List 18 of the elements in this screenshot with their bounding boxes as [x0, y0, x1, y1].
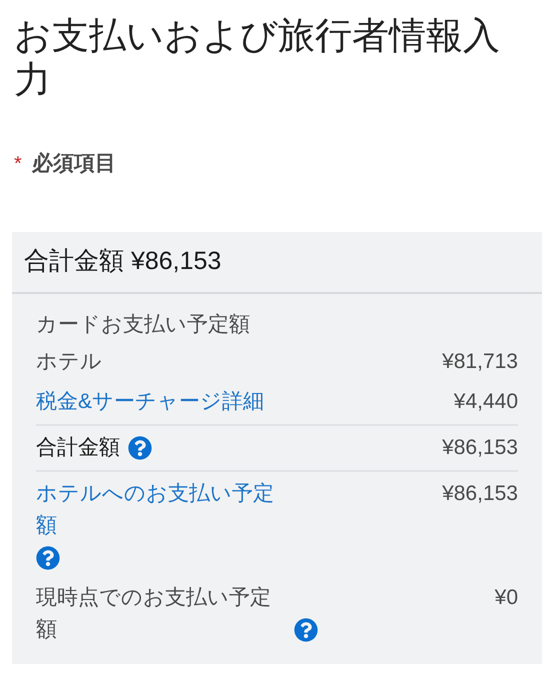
- link[interactable]: ホテルへのお支払い予定額: [36, 478, 286, 542]
- amount: ¥86,153: [442, 480, 518, 506]
- row-label: ホテル: [36, 348, 102, 374]
- help-icon[interactable]: [36, 546, 60, 570]
- amount: ¥0: [494, 584, 518, 610]
- help-icon[interactable]: [128, 436, 152, 460]
- required-mark: *: [14, 152, 22, 177]
- page-title: お支払いおよび旅行者情報入力: [14, 14, 501, 102]
- section-caption: カードお支払い予定額: [36, 312, 251, 338]
- help-icon[interactable]: [294, 618, 318, 642]
- required-note: 必須項目: [32, 151, 116, 177]
- amount: ¥81,713: [442, 348, 518, 374]
- amount: ¥4,440: [454, 388, 518, 414]
- amount: ¥86,153: [442, 434, 518, 460]
- row-label: 合計金額: [36, 434, 120, 460]
- summary-heading: 合計金額 ¥86,153: [12, 232, 542, 294]
- row-label: 現時点でのお支払い予定額: [36, 584, 272, 642]
- link[interactable]: 税金&サーチャージ詳細: [36, 386, 286, 418]
